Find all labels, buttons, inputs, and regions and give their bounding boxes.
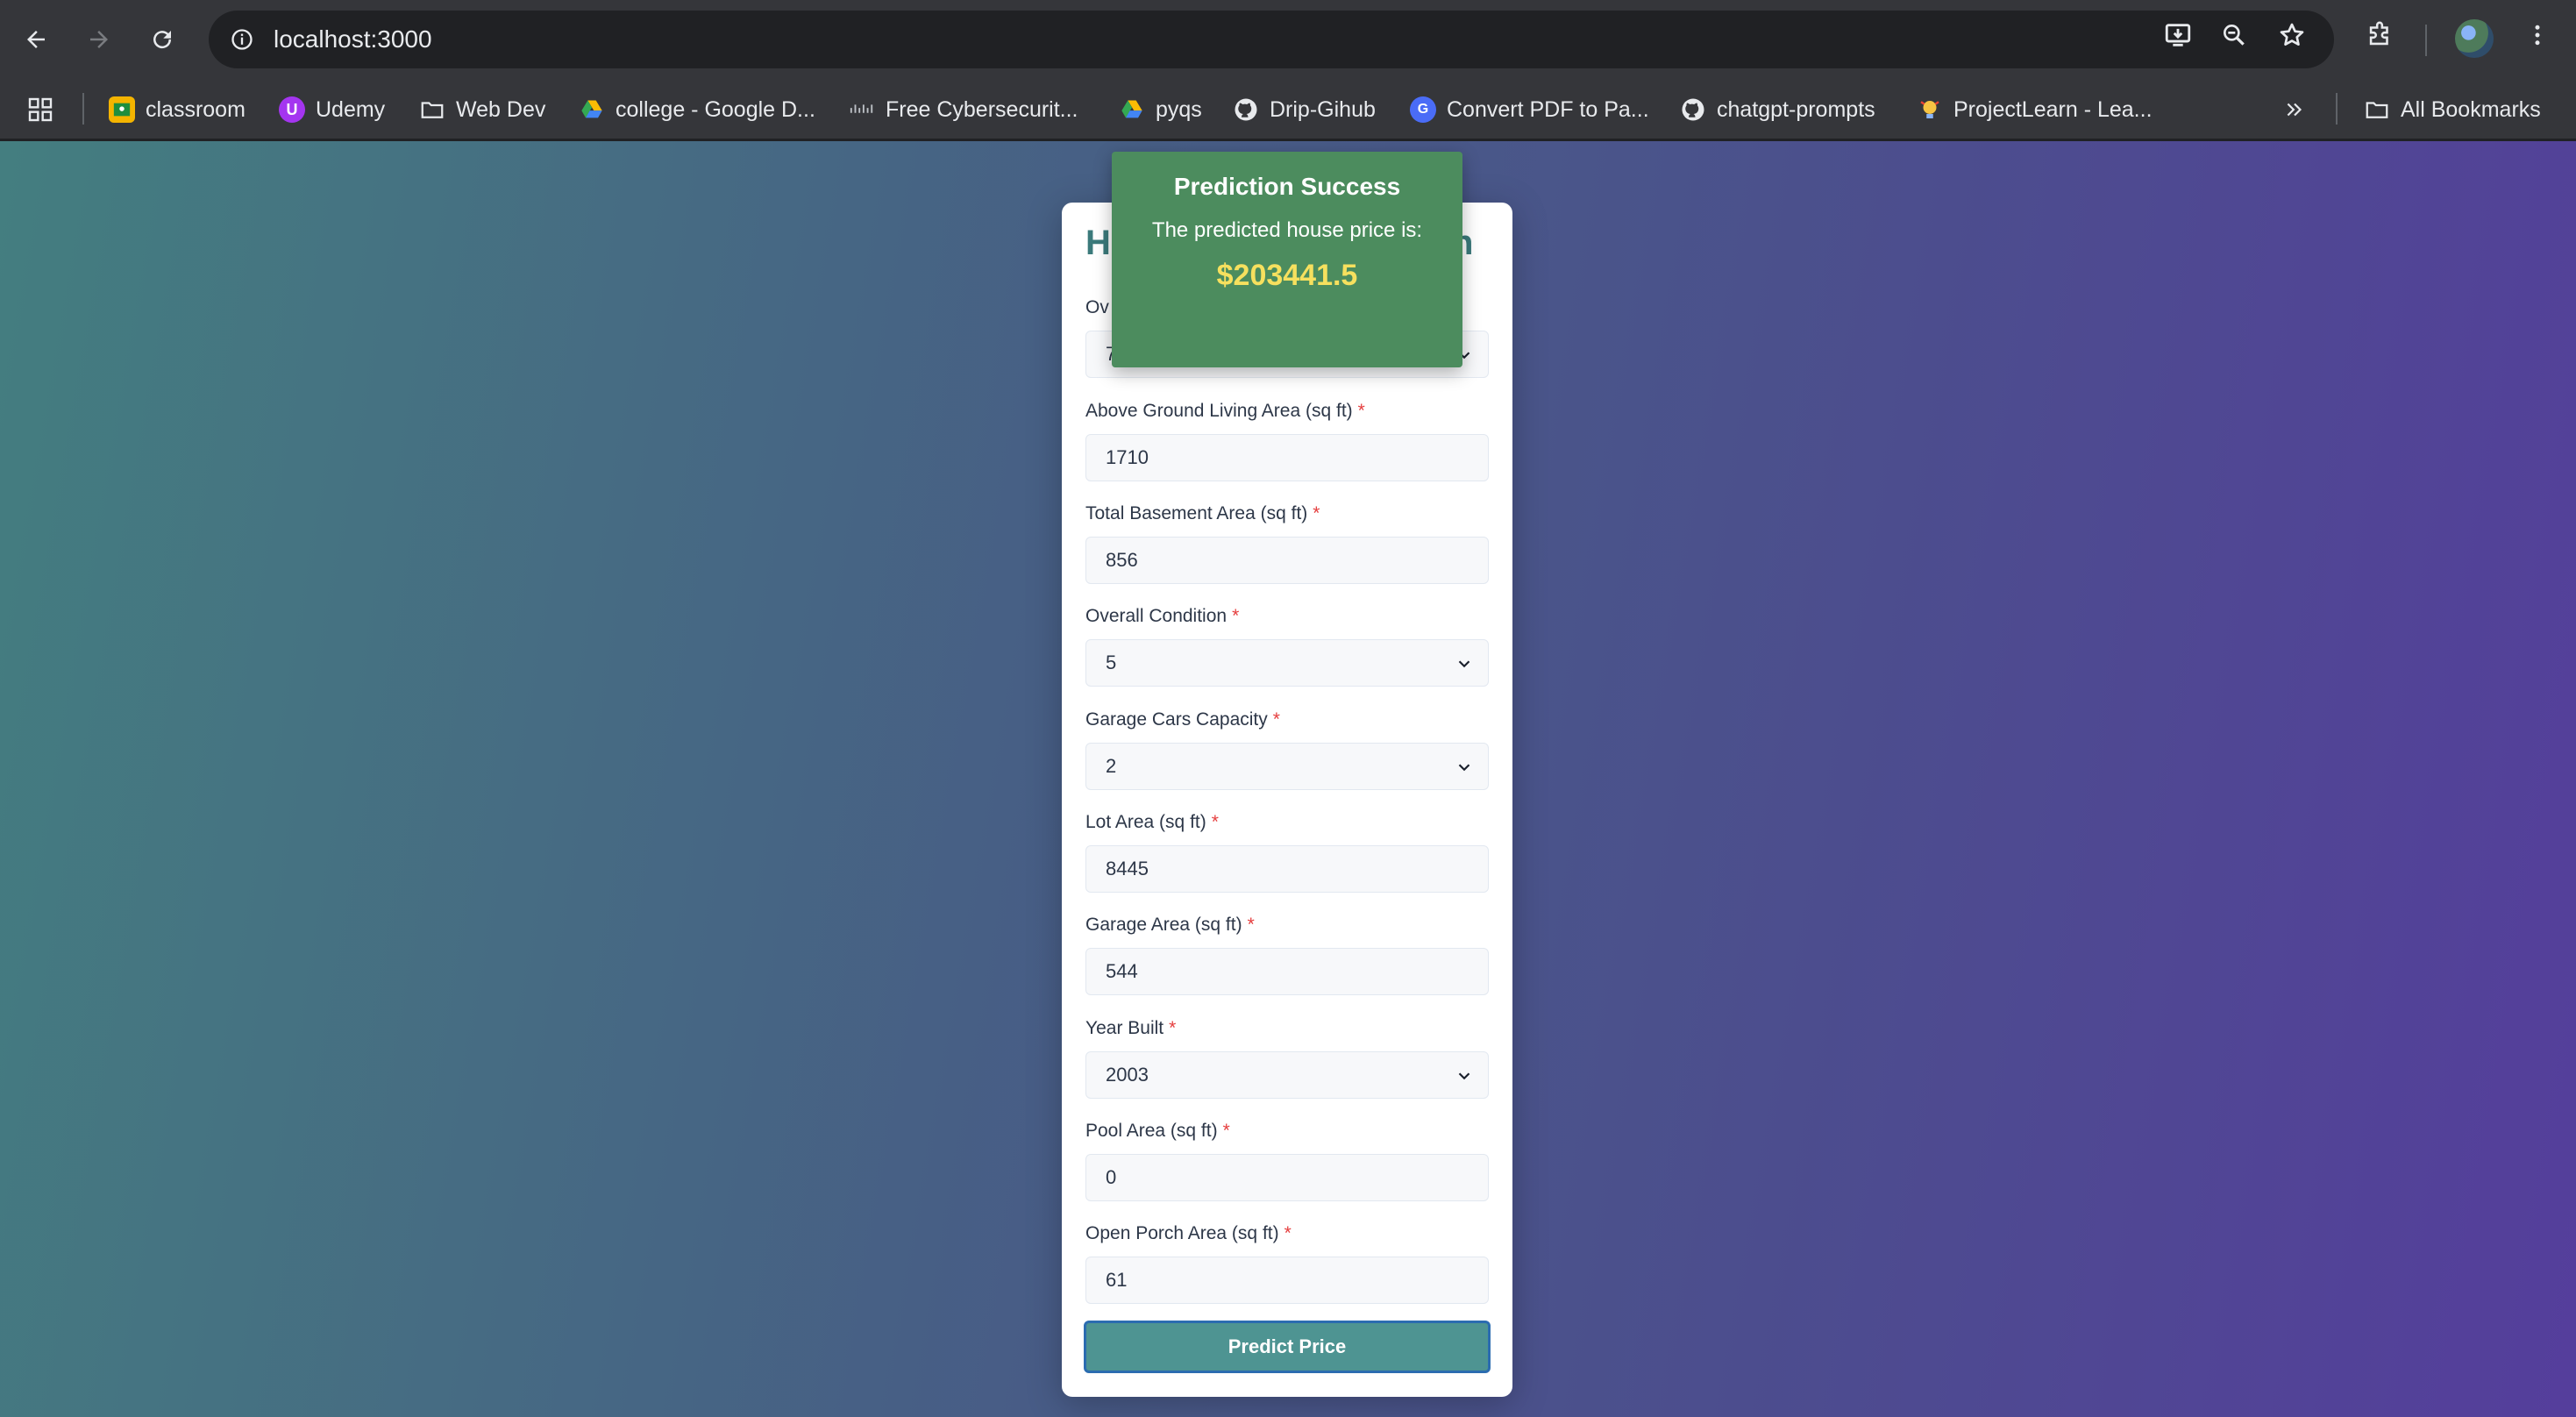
bookmark-star-icon[interactable] [2273,16,2311,54]
google-classroom-icon [109,96,135,123]
folder-icon [419,96,445,123]
bookmark-college-drive[interactable]: college - Google D... [579,89,815,130]
chevron-down-icon [1458,764,1470,772]
address-bar[interactable]: localhost:3000 [209,11,2334,68]
field-label-overall-condition: Overall Condition * [1085,606,1240,626]
prediction-success-toast: Prediction Success The predicted house p… [1112,152,1462,367]
predict-price-button[interactable]: Predict Price [1084,1321,1491,1373]
garage-area-input[interactable]: 544 [1085,948,1489,995]
profile-avatar[interactable] [2455,19,2494,58]
browser-toolbar: localhost:3000 [0,0,2576,79]
field-label-garage-area: Garage Area (sq ft) * [1085,915,1255,935]
field-label-garage-cars: Garage Cars Capacity * [1085,709,1280,730]
udemy-icon: U [279,96,305,123]
pool-area-input[interactable]: 0 [1085,1154,1489,1201]
field-label-open-porch-area: Open Porch Area (sq ft) * [1085,1223,1292,1243]
open-porch-area-input[interactable]: 61 [1085,1257,1489,1304]
reload-button[interactable] [139,16,186,63]
site-info-icon[interactable] [224,22,260,57]
extensions-icon[interactable] [2360,16,2399,54]
github-icon [1680,96,1706,123]
url-text[interactable]: localhost:3000 [274,11,432,68]
prediction-form-card: Hn Ov 7 Above Ground Living Area (sq ft)… [1062,203,1512,1397]
page-background: Hn Ov 7 Above Ground Living Area (sq ft)… [0,141,2576,1417]
google-drive-icon [1119,96,1145,123]
garage-cars-select[interactable]: 2 [1085,743,1489,790]
more-bookmarks-chevron-icon[interactable] [2283,89,2306,130]
year-built-select[interactable]: 2003 [1085,1051,1489,1099]
field-label-pool-area: Pool Area (sq ft) * [1085,1121,1230,1141]
toast-title: Prediction Success [1173,173,1401,200]
back-arrow-icon [27,31,45,48]
reload-icon [153,31,172,49]
field-label-living-area: Above Ground Living Area (sq ft) * [1085,401,1365,421]
field-label-year-built: Year Built * [1085,1018,1177,1038]
all-bookmarks-button[interactable]: All Bookmarks [2364,89,2541,130]
bookmark-chatgpt-prompts[interactable]: chatgpt-prompts [1680,89,1875,130]
predicted-price: $203441.5 [1216,259,1358,292]
field-label-overall-quality: Ov [1085,297,1109,317]
cisco-icon [849,96,875,123]
github-icon [1233,96,1259,123]
bookmark-drip-github[interactable]: Drip-Gihub [1233,89,1376,130]
converter-icon: G [1410,96,1436,123]
basement-area-input[interactable]: 856 [1085,537,1489,584]
forward-button[interactable] [75,16,123,63]
google-drive-icon [579,96,605,123]
field-label-lot-area: Lot Area (sq ft) * [1085,812,1219,832]
bookmarks-separator [2336,93,2338,125]
install-app-icon[interactable] [2159,16,2197,54]
more-menu-icon[interactable] [2518,16,2557,54]
forward-arrow-icon [90,31,108,48]
lot-area-input[interactable]: 8445 [1085,845,1489,893]
bookmark-convert-pdf[interactable]: G Convert PDF to Pa... [1410,89,1649,130]
form-title: Hn [1085,224,1474,262]
toolbar-separator [2425,25,2427,56]
folder-icon [2364,96,2390,123]
bookmark-web-dev-folder[interactable]: Web Dev [419,89,545,130]
living-area-input[interactable]: 1710 [1085,434,1489,481]
chevron-down-icon [1458,1072,1470,1080]
bookmark-projectlearn[interactable]: ProjectLearn - Lea... [1917,89,2153,130]
bookmark-pyqs[interactable]: pyqs [1119,89,1202,130]
apps-grid-icon[interactable] [26,89,54,130]
bookmark-free-cybersecurity[interactable]: Free Cybersecurit... [849,89,1078,130]
overall-condition-select[interactable]: 5 [1085,639,1489,687]
back-button[interactable] [12,16,60,63]
toast-message: The predicted house price is: [1151,218,1423,242]
chevron-down-icon [1458,660,1470,668]
field-label-basement-area: Total Basement Area (sq ft) * [1085,503,1320,523]
bookmarks-bar: classroom U Udemy Web Dev college - Goog… [0,79,2576,140]
projectlearn-icon [1917,96,1943,123]
bookmark-classroom[interactable]: classroom [109,89,246,130]
bookmark-udemy[interactable]: U Udemy [279,89,385,130]
zoom-icon[interactable] [2215,16,2253,54]
bookmarks-separator [82,93,84,125]
